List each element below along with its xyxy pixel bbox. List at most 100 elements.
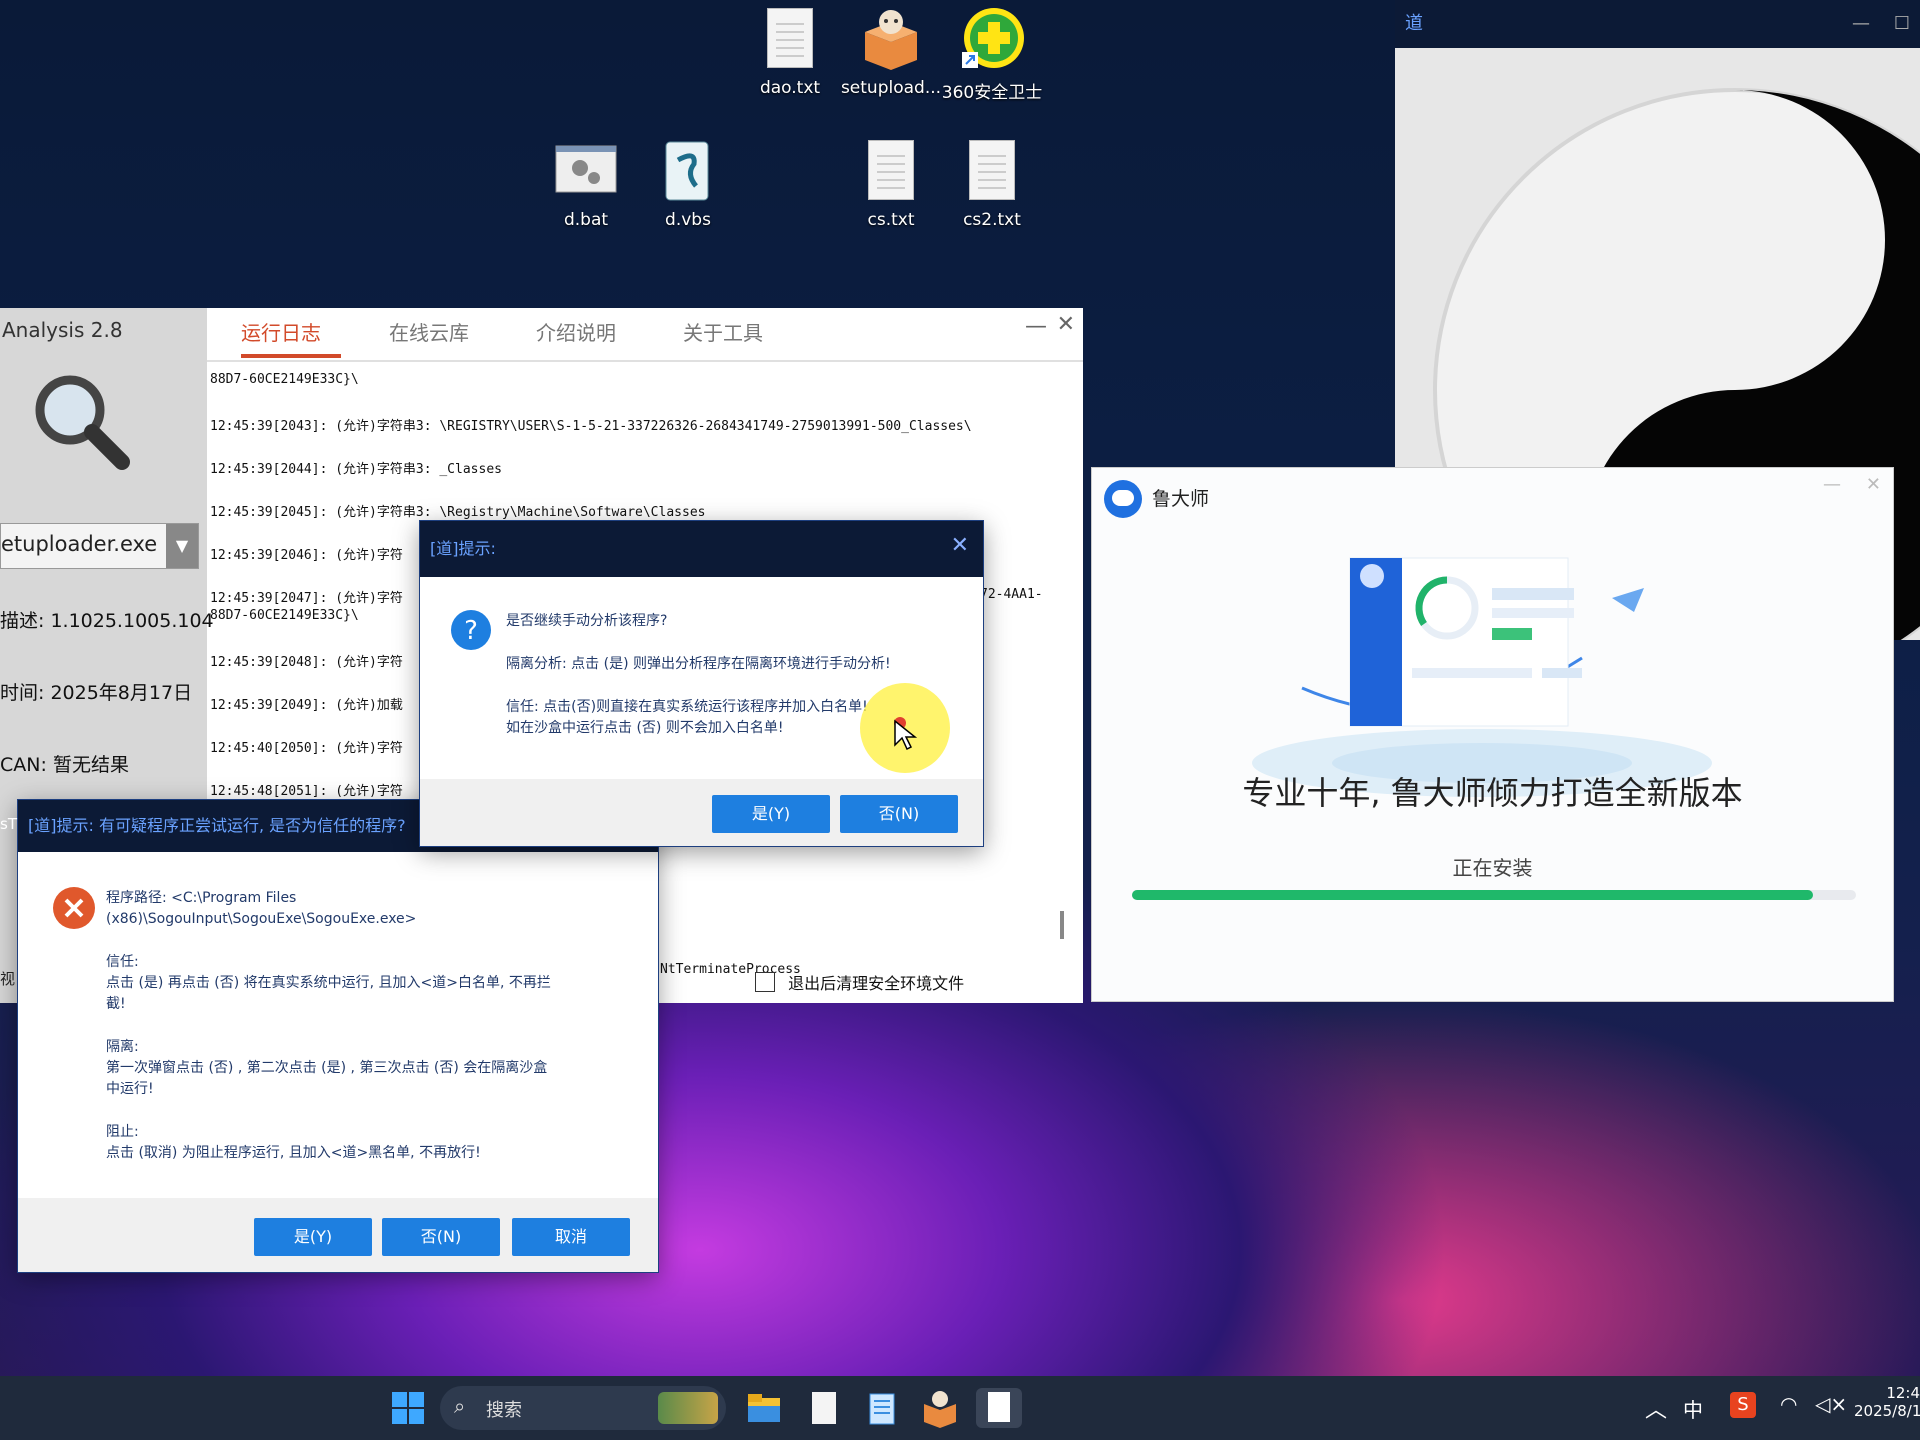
notepad-icon[interactable] bbox=[862, 1388, 902, 1428]
taskbar-search[interactable]: ⌕ 搜索 bbox=[440, 1386, 726, 1430]
log-line: 12:45:48[2051]: (允许)字符 bbox=[210, 784, 403, 799]
isolate-text: 第一次弹窗点击 (否) , 第二次点击 (是) , 第三次点击 (否) 会在隔离… bbox=[106, 1060, 548, 1076]
trust-label: 信任: bbox=[106, 954, 139, 970]
dialog-button-bar: 是(Y) 否(N) 取消 bbox=[18, 1198, 658, 1272]
dao-window-title: 道 bbox=[1405, 13, 1423, 34]
description-label: 描述: bbox=[0, 610, 45, 632]
desktop-icon-label: cs2.txt bbox=[963, 210, 1021, 230]
360-shield-icon bbox=[960, 8, 1024, 72]
time-row: 时间: 2025年8月17日 bbox=[0, 678, 192, 705]
dialog-title: [道]提示: bbox=[420, 521, 983, 577]
desktop-icon-label: 360安全卫士 bbox=[941, 83, 1043, 103]
log-line: 12:45:39[2047]: (允许)字符 bbox=[210, 591, 403, 606]
no-button[interactable]: 否(N) bbox=[840, 795, 958, 833]
desktop-icon-dao-txt[interactable]: dao.txt bbox=[735, 8, 845, 98]
start-windows-icon[interactable] bbox=[388, 1388, 428, 1428]
log-line: 88D7-60CE2149E33C}\ bbox=[210, 608, 359, 623]
chevron-down-icon[interactable]: ▼ bbox=[166, 524, 198, 568]
suspicious-program-dialog: [道]提示: 有可疑程序正尝试运行, 是否为信任的程序? 程序路径: <C:\P… bbox=[18, 800, 658, 1272]
text-file-icon bbox=[758, 8, 822, 72]
desktop-icon-label: cs.txt bbox=[867, 210, 915, 230]
log-line: 12:45:40[2050]: (允许)字符 bbox=[210, 741, 403, 756]
desktop-icon-d-bat[interactable]: d.bat bbox=[531, 140, 641, 230]
log-line: 12:45:39[2046]: (允许)字符 bbox=[210, 548, 403, 563]
isolate-label: 隔离: bbox=[106, 1039, 139, 1055]
file-explorer-icon[interactable] bbox=[744, 1388, 784, 1428]
desktop-icon-label: d.vbs bbox=[665, 210, 711, 230]
tab-about[interactable]: 关于工具 bbox=[683, 308, 763, 358]
isolate-text-2: 中运行! bbox=[106, 1081, 154, 1097]
desktop-icon-d-vbs[interactable]: d.vbs bbox=[633, 140, 743, 230]
cleanup-checkbox[interactable] bbox=[755, 972, 775, 992]
time-value: 2025年8月17日 bbox=[50, 682, 193, 704]
desktop-icon-cs2-txt[interactable]: cs2.txt bbox=[937, 140, 1047, 230]
script-scroll-icon bbox=[656, 140, 720, 204]
log-line: 88D7-60CE2149E33C}\ bbox=[210, 372, 359, 387]
desktop-icon-label: d.bat bbox=[563, 210, 609, 230]
question-text: 是否继续手动分析该程序? bbox=[506, 613, 668, 629]
desktop-icon-cs-txt[interactable]: cs.txt bbox=[836, 140, 946, 230]
yes-button[interactable]: 是(Y) bbox=[254, 1218, 372, 1256]
question-icon: ? bbox=[451, 610, 491, 650]
ludashi-headline: 专业十年, 鲁大师倾力打造全新版本 bbox=[1242, 774, 1743, 812]
desktop-icon-360[interactable]: 360安全卫士 bbox=[937, 8, 1047, 103]
wifi-icon[interactable]: ◠ bbox=[1780, 1392, 1797, 1416]
batch-file-gear-icon bbox=[554, 140, 618, 204]
path-value: <C:\Program Files bbox=[171, 890, 297, 906]
ludashi-title: 鲁大师 bbox=[1152, 488, 1210, 510]
block-label: 阻止: bbox=[106, 1124, 139, 1140]
text-file-icon bbox=[960, 140, 1024, 204]
log-scrollbar[interactable] bbox=[1060, 911, 1064, 939]
log-line: 12:45:39[2045]: (允许)字符串3: \Registry\Mach… bbox=[210, 505, 706, 520]
close-icon[interactable]: ✕ bbox=[1057, 312, 1075, 337]
clock[interactable]: 12:4 2025/8/1 bbox=[1854, 1384, 1920, 1420]
isolate-line: 隔离分析: 点击 (是) 则弹出分析程序在隔离环境进行手动分析! bbox=[506, 656, 891, 672]
path-line-1: 程序路径: <C:\Program Files bbox=[106, 888, 296, 909]
taskbar: ⌕ 搜索 ︿ 中 S ◠ ◁× 12:4 2025/8/1 bbox=[0, 1376, 1920, 1440]
yes-button[interactable]: 是(Y) bbox=[712, 795, 830, 833]
log-line: 12:45:39[2049]: (允许)加载 bbox=[210, 698, 403, 713]
maximize-button[interactable]: ☐ bbox=[1894, 0, 1910, 48]
active-doc-icon[interactable] bbox=[976, 1388, 1022, 1428]
installer-box-icon[interactable] bbox=[920, 1388, 960, 1428]
tab-introduction[interactable]: 介绍说明 bbox=[536, 308, 616, 358]
tab-run-log[interactable]: 运行日志 bbox=[241, 308, 341, 358]
trust-line: 信任: 点击(否)则直接在真实系统运行该程序并加入白名单! bbox=[506, 699, 868, 715]
magnifier-icon bbox=[35, 375, 130, 470]
no-button[interactable]: 否(N) bbox=[382, 1218, 500, 1256]
process-select-value: etuploader.exe bbox=[1, 532, 158, 556]
install-status: 正在安装 bbox=[1452, 856, 1533, 880]
cancel-button[interactable]: 取消 bbox=[512, 1218, 630, 1256]
log-line-tail: 72-4AA1- bbox=[980, 587, 1043, 602]
dao-window-titlebar: 道 — ☐ bbox=[1395, 0, 1920, 48]
side-fragment-label: sT bbox=[0, 815, 17, 833]
tab-online-db[interactable]: 在线云库 bbox=[389, 308, 469, 358]
ludashi-window: 鲁大师 — ✕ 专业十年, 鲁大师倾力打造全新版本 正在安装 bbox=[1092, 468, 1893, 1001]
description-row: 描述: 1.1025.1005.104 bbox=[0, 606, 214, 633]
process-select[interactable]: etuploader.exe ▼ bbox=[0, 523, 199, 569]
minimize-button[interactable]: — bbox=[1025, 314, 1047, 339]
minimize-button[interactable]: — bbox=[1852, 0, 1870, 48]
log-line: 12:45:39[2043]: (允许)字符串3: \REGISTRY\USER… bbox=[210, 419, 972, 434]
desktop-icon-setuploader[interactable]: setupload... bbox=[836, 8, 946, 98]
notepad-doc-icon[interactable] bbox=[804, 1388, 844, 1428]
volume-muted-icon[interactable]: ◁× bbox=[1815, 1392, 1847, 1416]
desktop-icon-label: dao.txt bbox=[759, 78, 821, 98]
close-icon[interactable]: ✕ bbox=[1866, 474, 1881, 495]
tray-chevron-up-icon[interactable]: ︿ bbox=[1645, 1392, 1667, 1424]
input-language[interactable]: 中 bbox=[1683, 1394, 1703, 1423]
close-icon[interactable]: ✕ bbox=[951, 533, 969, 558]
path-value-2: (x86)\SogouInput\SogouExe\SogouExe.exe> bbox=[106, 911, 417, 927]
minimize-button[interactable]: — bbox=[1823, 474, 1841, 495]
sogou-ime-icon[interactable]: S bbox=[1730, 1392, 1756, 1418]
trust-text: 点击 (是) 再点击 (否) 将在真实系统中运行, 且加入<道>白名单, 不再拦 bbox=[106, 975, 551, 991]
desktop-icon-label: setupload... bbox=[840, 78, 942, 98]
svg-text:?: ? bbox=[464, 616, 478, 646]
cleanup-checkbox-row[interactable]: 退出后清理安全环境文件 bbox=[755, 970, 964, 994]
trust-text-2: 截! bbox=[106, 996, 126, 1012]
app-title: Analysis 2.8 bbox=[2, 318, 123, 342]
sandbox-line: 如在沙盒中运行点击 (否) 则不会加入白名单! bbox=[506, 720, 784, 736]
clock-time: 12:4 bbox=[1886, 1384, 1920, 1402]
time-label: 时间: bbox=[0, 682, 45, 704]
scan-label: CAN: bbox=[0, 754, 47, 776]
